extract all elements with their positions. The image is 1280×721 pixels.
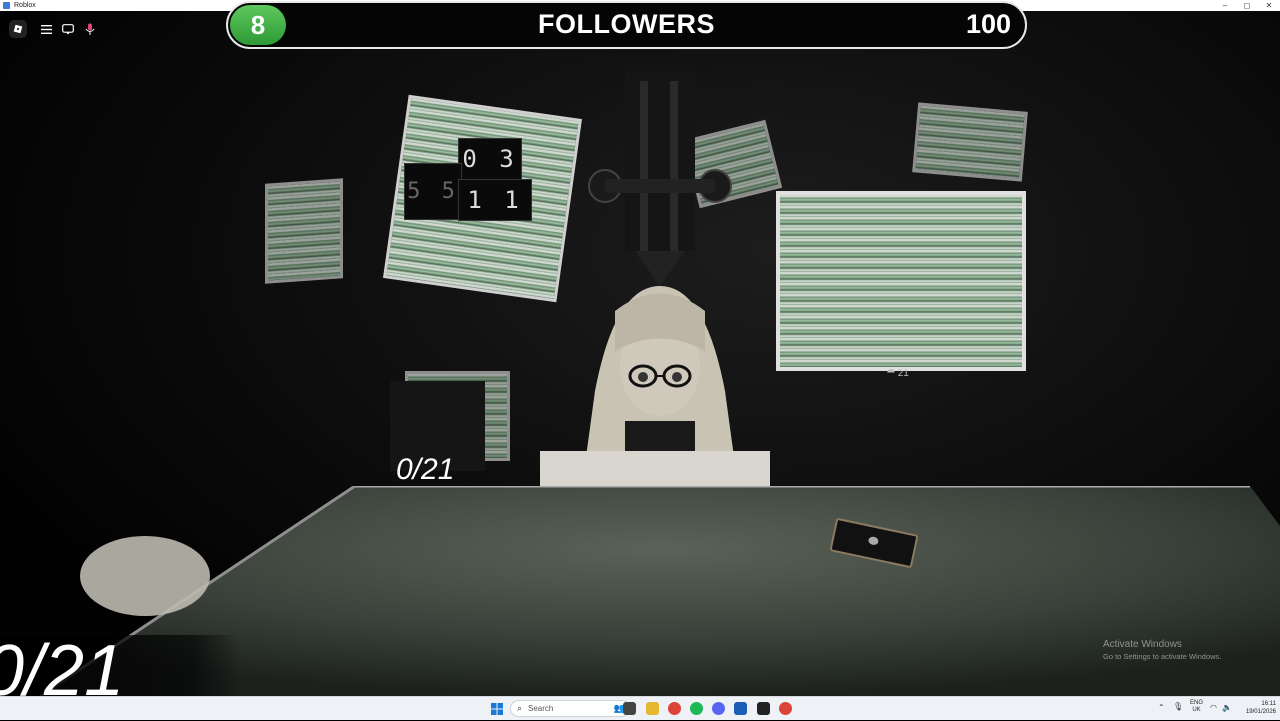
- microphone-icon: [85, 23, 95, 35]
- windows-start-button[interactable]: [490, 702, 503, 715]
- chat-bubble-icon: [62, 23, 74, 34]
- monitor-screen-left: [265, 178, 343, 284]
- chat-button[interactable]: [59, 20, 77, 38]
- file-explorer-icon[interactable]: [646, 702, 659, 715]
- activate-windows-title: Activate Windows: [1103, 639, 1182, 650]
- game-viewport[interactable]: ⯊ 21 0 3 5 5 1 1 0/21 /21 Activate Windo…: [0, 11, 1280, 696]
- task-view-icon[interactable]: [623, 702, 636, 715]
- flip-clock-side: 5 5: [404, 163, 462, 220]
- roblox-taskbar-icon[interactable]: [757, 702, 770, 715]
- spotify-icon[interactable]: [690, 702, 703, 715]
- minimize-button[interactable]: –: [1214, 0, 1236, 11]
- language-region: UK: [1192, 707, 1201, 713]
- close-button[interactable]: ✕: [1258, 0, 1280, 11]
- search-icon: ⌕: [517, 703, 523, 713]
- roblox-studio-icon[interactable]: [734, 702, 747, 715]
- flip-clock-bottom: 1 1: [458, 179, 532, 221]
- activate-windows-watermark: Activate Windows Go to Settings to activ…: [1103, 639, 1221, 661]
- maximize-button[interactable]: ◻: [1236, 0, 1258, 11]
- taskbar-clock[interactable]: 16:11 19/01/2026: [1236, 700, 1276, 716]
- menu-button[interactable]: [37, 20, 55, 38]
- followers-progress-bar: 8 FOLLOWERS 100: [226, 1, 1027, 49]
- collect-counter-large: 0/21: [0, 635, 125, 696]
- taskbar-search-input[interactable]: ⌕ Search 👥: [510, 700, 630, 717]
- voice-mic-button[interactable]: [81, 20, 99, 38]
- discord-icon[interactable]: [712, 702, 725, 715]
- clock-time: 16:11: [1261, 701, 1276, 707]
- language-indicator[interactable]: ENG UK: [1190, 700, 1203, 714]
- clock-date: 19/01/2026: [1245, 709, 1276, 715]
- windows-taskbar: ⌕ Search 👥 ⌃ 🎙 ENG UK ◠ 🔈 16:11 19/01/20…: [0, 696, 1280, 720]
- window-title: Roblox: [14, 2, 36, 9]
- language-code: ENG: [1190, 700, 1204, 706]
- monitor-screen-large-right: [776, 191, 1026, 371]
- speaker-icon[interactable]: 🔈: [1222, 703, 1232, 712]
- card-emblem-icon: [867, 535, 880, 546]
- hamburger-menu-icon: [40, 24, 52, 34]
- flip-clock-top: 0 3: [458, 138, 522, 180]
- roblox-app-icon: [3, 2, 10, 9]
- chrome-alt-icon[interactable]: [779, 702, 792, 715]
- activate-windows-subtitle: Go to Settings to activate Windows.: [1103, 652, 1222, 661]
- search-placeholder: Search: [528, 704, 554, 713]
- wifi-icon[interactable]: ◠: [1210, 703, 1217, 712]
- tray-mic-icon[interactable]: 🎙: [1173, 702, 1183, 711]
- chrome-icon[interactable]: [668, 702, 681, 715]
- hanging-machine: [588, 71, 732, 286]
- followers-title: FOLLOWERS: [538, 9, 715, 39]
- tray-overflow-chevron-icon[interactable]: ⌃: [1158, 703, 1165, 712]
- lamp-shade: [80, 536, 210, 616]
- roblox-logo-button[interactable]: [9, 20, 27, 38]
- roblox-logo-icon: [13, 24, 23, 34]
- monitor-caption: ⯊ 21: [887, 368, 909, 379]
- collect-counter-small: 0/21: [396, 453, 455, 486]
- collect-counter-panel: 0/21: [0, 635, 240, 696]
- monitor-screen-top-right: [912, 102, 1028, 182]
- followers-goal: 100: [965, 9, 1011, 39]
- windows-logo-icon: [490, 702, 503, 715]
